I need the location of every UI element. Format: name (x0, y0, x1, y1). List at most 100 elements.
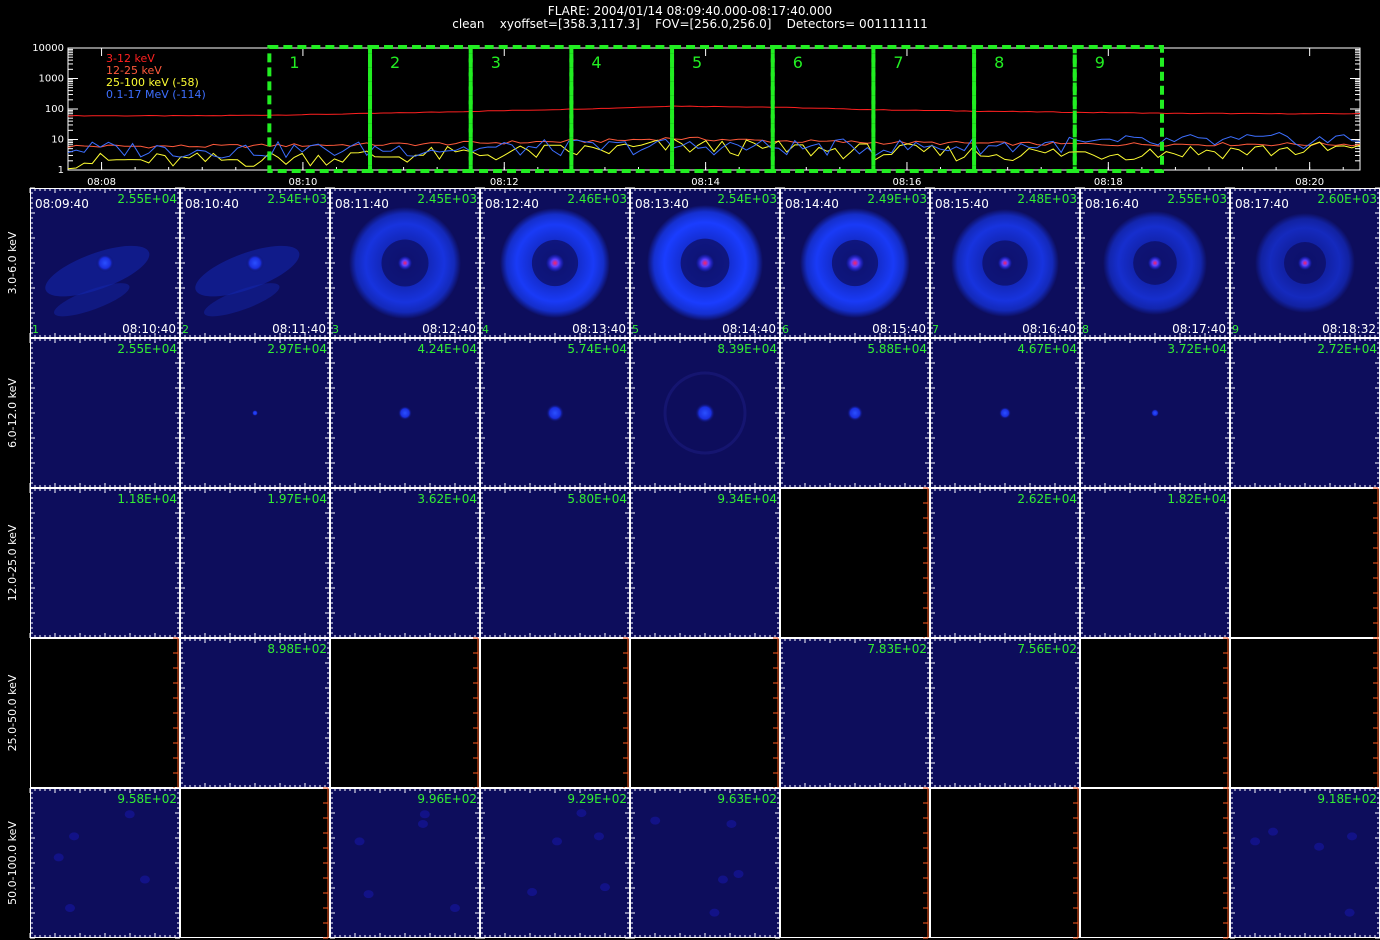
image-panel: 9.63E+02 (629, 787, 781, 939)
image-panel (780, 787, 930, 939)
panel-background (930, 638, 1080, 788)
panel-index: 4 (482, 323, 489, 336)
peak-value: 9.29E+02 (567, 792, 627, 806)
panel-background (1080, 488, 1230, 638)
image-grid: 3.0-6.0 keV 2.55E+04 08:09:40 08:10:40 1 2.54… (6, 187, 1380, 939)
noise-blob (363, 890, 374, 899)
image-panel: 2.54E+0308:10:4008:11:402 (179, 187, 331, 339)
row-label: 6.0-12.0 keV (6, 378, 19, 448)
panel-background (1230, 488, 1380, 638)
image-panel: 1.97E+04 (179, 487, 331, 639)
image-panel (1080, 637, 1230, 789)
panel-background (480, 638, 630, 788)
panel-background (1230, 788, 1380, 938)
source (96, 254, 114, 272)
panel-background (630, 788, 780, 938)
noise-blob (593, 832, 604, 841)
image-panel (930, 787, 1080, 939)
source (695, 403, 715, 423)
peak-value: 4.67E+04 (1017, 342, 1077, 356)
panel-background (1080, 788, 1230, 938)
noise-blob (552, 837, 563, 846)
source-core (1298, 256, 1312, 270)
noise-blob (139, 875, 150, 884)
image-panel: 2.49E+0308:14:4008:15:406 (779, 187, 931, 339)
source (246, 254, 264, 272)
start-time: 08:11:40 (335, 197, 389, 211)
panel-background (30, 638, 180, 788)
panel-background (780, 638, 930, 788)
peak-value: 2.97E+04 (267, 342, 327, 356)
source-core (546, 254, 564, 272)
peak-value: 4.24E+04 (417, 342, 477, 356)
peak-value: 2.54E+03 (267, 192, 327, 206)
panel-index: 1 (32, 323, 39, 336)
noise-blob (53, 853, 64, 862)
row-label: 25.0-50.0 keV (6, 674, 19, 751)
noise-blob (717, 875, 728, 884)
image-panel: 5.88E+04 (779, 337, 931, 489)
panel-background (30, 338, 180, 488)
image-panel (330, 637, 480, 789)
image-panel: 5.74E+04 (479, 337, 631, 489)
noise-blob (417, 819, 428, 828)
panel-index: 5 (632, 323, 639, 336)
image-panel: 3.72E+04 (1079, 337, 1231, 489)
panel-background (930, 788, 1080, 938)
source-core (998, 256, 1012, 270)
start-time: 08:09:40 (35, 197, 89, 211)
peak-value: 2.72E+04 (1317, 342, 1377, 356)
panel-background (180, 488, 330, 638)
image-panel: 2.72E+04 (1229, 337, 1380, 489)
panel-background (1230, 338, 1380, 488)
source-core (696, 254, 714, 272)
panel-background (1080, 638, 1230, 788)
panel-index: 8 (1082, 323, 1089, 336)
image-panel: 9.96E+02 (329, 787, 481, 939)
peak-value: 9.63E+02 (717, 792, 777, 806)
image-panel (30, 637, 180, 789)
source-core (846, 254, 864, 272)
peak-value: 2.54E+03 (717, 192, 777, 206)
panel-index: 9 (1232, 323, 1239, 336)
image-panel (180, 787, 330, 939)
panel-background (30, 488, 180, 638)
image-panel: 2.48E+0308:15:4008:16:407 (929, 187, 1081, 339)
image-panel (630, 637, 780, 789)
peak-value: 8.98E+02 (267, 642, 327, 656)
source (398, 406, 412, 420)
peak-value: 2.46E+03 (567, 192, 627, 206)
panel-background (930, 488, 1080, 638)
peak-value: 9.96E+02 (417, 792, 477, 806)
image-panel (780, 487, 930, 639)
panel-background (180, 788, 330, 938)
panel-background (330, 488, 480, 638)
noise-blob (733, 870, 744, 879)
panel-index: 3 (332, 323, 339, 336)
peak-value: 2.45E+03 (417, 192, 477, 206)
panel-background (480, 788, 630, 938)
image-panel: 2.62E+04 (929, 487, 1081, 639)
noise-blob (576, 809, 587, 818)
source (999, 407, 1011, 419)
start-time: 08:17:40 (1235, 197, 1289, 211)
image-panel: 2.60E+0308:17:4008:18:329 (1229, 187, 1380, 339)
image-panel: 8.39E+04 (629, 337, 781, 489)
start-time: 08:16:40 (1085, 197, 1139, 211)
peak-value: 2.55E+04 (117, 342, 177, 356)
noise-blob (599, 883, 610, 892)
source-core (398, 256, 412, 270)
start-time: 08:15:40 (935, 197, 989, 211)
noise-blob (650, 816, 661, 825)
peak-value: 9.58E+02 (117, 792, 177, 806)
peak-value: 3.72E+04 (1167, 342, 1227, 356)
panel-index: 6 (782, 323, 789, 336)
panel-background (780, 788, 930, 938)
start-time: 08:10:40 (185, 197, 239, 211)
noise-blob (709, 908, 720, 917)
image-panel: 8.98E+02 (179, 637, 331, 789)
peak-value: 2.60E+03 (1317, 192, 1377, 206)
image-panel: 3.62E+04 (329, 487, 481, 639)
row-label: 3.0-6.0 keV (6, 231, 19, 294)
image-panel: 2.55E+04 (29, 337, 181, 489)
